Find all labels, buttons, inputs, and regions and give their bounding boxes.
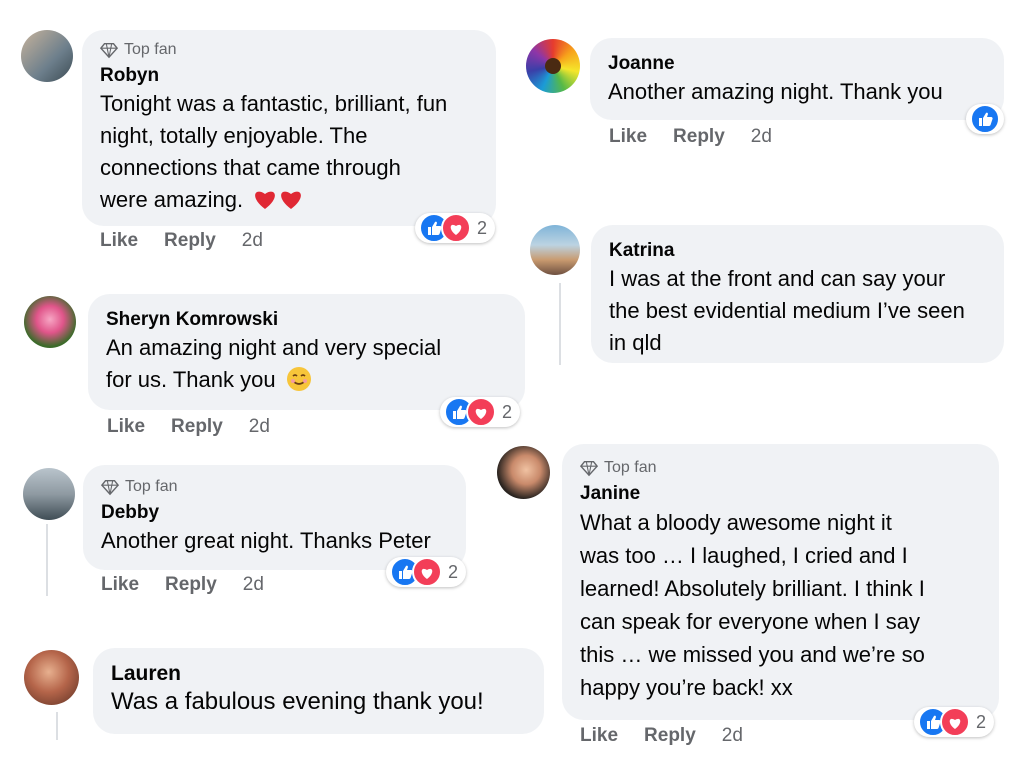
comment-text: Was a fabulous evening thank you! (111, 688, 484, 715)
comment-line: this … we missed you and we’re so (580, 642, 925, 667)
comment-author[interactable]: Lauren (111, 662, 526, 686)
comment-line: I was at the front and can say your (609, 266, 946, 291)
avatar[interactable] (24, 296, 76, 348)
avatar[interactable] (24, 650, 79, 705)
badge-label: Top fan (124, 41, 177, 58)
comment-bubble: Joanne Another amazing night. Thank you (590, 38, 1004, 120)
comment-actions: Like Reply 2d (580, 725, 743, 747)
comment-line: in qld (609, 330, 662, 355)
top-fan-badge: Top fan (100, 40, 478, 60)
like-button[interactable]: Like (107, 416, 145, 438)
reaction-summary[interactable]: 2 (914, 707, 995, 737)
comment-text: An amazing night and very special for us… (106, 332, 507, 396)
comment-line: An amazing night and very special (106, 335, 442, 360)
reaction-summary[interactable]: 2 (415, 213, 496, 243)
reply-button[interactable]: Reply (644, 725, 696, 747)
comment-line-text: were amazing. (100, 187, 244, 212)
thread-line (559, 283, 561, 365)
comment-line: learned! Absolutely brilliant. I think I (580, 576, 925, 601)
comment-line: for us. Thank you (106, 364, 507, 396)
love-reaction-icon (412, 557, 442, 587)
timestamp[interactable]: 2d (249, 416, 270, 438)
avatar[interactable] (21, 30, 73, 82)
diamond-icon (100, 42, 118, 59)
comment-bubble: Katrina I was at the front and can say y… (591, 225, 1004, 363)
comment-actions: Like Reply 2d (107, 416, 270, 438)
heart-emoji (255, 191, 302, 209)
comment-text: Another amazing night. Thank you (608, 79, 943, 104)
timestamp[interactable]: 2d (751, 126, 772, 148)
comment-line: happy you’re back! xx (580, 675, 793, 700)
timestamp[interactable]: 2d (722, 725, 743, 747)
reaction-summary[interactable]: 2 (386, 557, 467, 587)
reply-button[interactable]: Reply (165, 574, 217, 596)
comment-line: were amazing. (100, 184, 478, 216)
reaction-summary[interactable]: 2 (440, 397, 521, 427)
avatar[interactable] (530, 225, 580, 275)
comment-bubble: Top fan Robyn Tonight was a fantastic, b… (82, 30, 496, 226)
avatar[interactable] (526, 39, 580, 93)
diamond-icon (580, 460, 598, 477)
thread-line (56, 712, 58, 740)
love-reaction-icon (441, 213, 471, 243)
comment-line: Tonight was a fantastic, brilliant, fun (100, 91, 448, 116)
reaction-count: 2 (477, 217, 488, 238)
diamond-icon (101, 479, 119, 496)
reply-button[interactable]: Reply (673, 126, 725, 148)
comment-author[interactable]: Katrina (609, 239, 986, 263)
comment-author[interactable]: Joanne (608, 52, 986, 76)
comment-bubble: Sheryn Komrowski An amazing night and ve… (88, 294, 525, 410)
comment-line: What a bloody awesome night it (580, 510, 892, 535)
reaction-count: 2 (976, 711, 987, 732)
comment-actions: Like Reply 2d (101, 574, 264, 596)
comment-line: night, totally enjoyable. The (100, 123, 368, 148)
comment-author[interactable]: Janine (580, 482, 981, 506)
comment-author[interactable]: Robyn (100, 64, 478, 88)
timestamp[interactable]: 2d (243, 574, 264, 596)
love-reaction-icon (940, 707, 970, 737)
comment-author[interactable]: Sheryn Komrowski (106, 308, 507, 332)
love-reaction-icon (466, 397, 496, 427)
like-button[interactable]: Like (100, 230, 138, 252)
top-fan-badge: Top fan (101, 477, 448, 497)
comment-bubble: Lauren Was a fabulous evening thank you! (93, 648, 544, 734)
badge-label: Top fan (125, 478, 178, 495)
badge-label: Top fan (604, 459, 657, 476)
reply-button[interactable]: Reply (171, 416, 223, 438)
top-fan-badge: Top fan (580, 458, 981, 478)
reaction-count: 2 (448, 561, 459, 582)
comment-line: the best evidential medium I’ve seen (609, 298, 965, 323)
comment-bubble: Top fan Janine What a bloody awesome nig… (562, 444, 999, 720)
avatar[interactable] (497, 446, 550, 499)
comment-text: Another great night. Thanks Peter (101, 528, 431, 553)
reaction-count: 2 (502, 401, 513, 422)
avatar[interactable] (23, 468, 75, 520)
comment-text: Tonight was a fantastic, brilliant, fun … (100, 88, 478, 216)
like-reaction-icon (970, 104, 1000, 134)
like-button[interactable]: Like (580, 725, 618, 747)
reply-button[interactable]: Reply (164, 230, 216, 252)
comment-text: I was at the front and can say your the … (609, 263, 986, 359)
smile-emoji (286, 367, 311, 391)
comment-author[interactable]: Debby (101, 501, 448, 525)
like-button[interactable]: Like (101, 574, 139, 596)
comment-line-text: for us. Thank you (106, 367, 276, 392)
timestamp[interactable]: 2d (242, 230, 263, 252)
comment-actions: Like Reply 2d (609, 126, 772, 148)
comment-bubble: Top fan Debby Another great night. Thank… (83, 465, 466, 570)
like-button[interactable]: Like (609, 126, 647, 148)
comment-line: can speak for everyone when I say (580, 609, 920, 634)
comment-line: was too … I laughed, I cried and I (580, 543, 908, 568)
comment-text: What a bloody awesome night it was too …… (580, 506, 981, 704)
comment-line: connections that came through (100, 155, 401, 180)
comment-actions: Like Reply 2d (100, 230, 263, 252)
thread-line (46, 524, 48, 596)
reaction-summary[interactable] (966, 104, 1004, 134)
